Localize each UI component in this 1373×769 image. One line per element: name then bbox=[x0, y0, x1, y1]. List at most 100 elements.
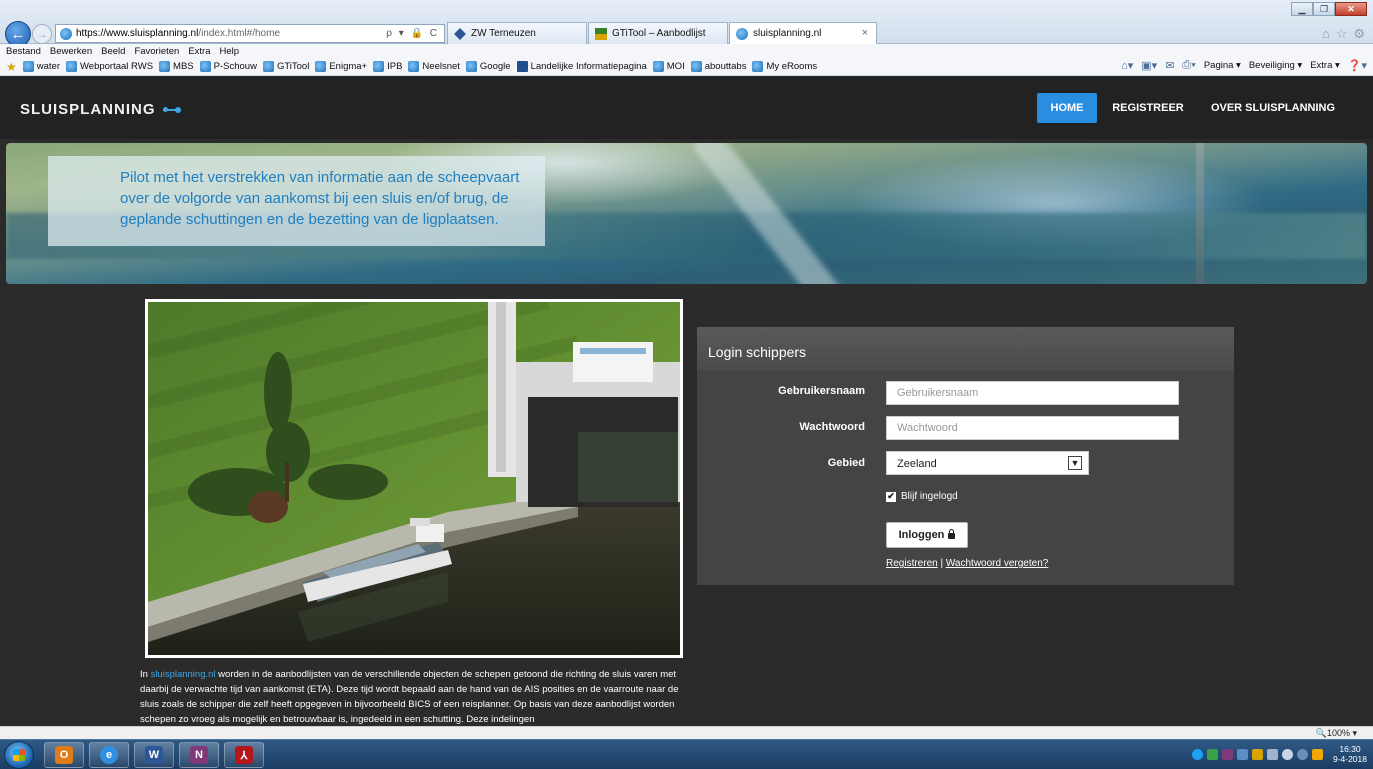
browser-toolbar-icons: ⌂ ☆ ⚙ bbox=[1322, 26, 1365, 42]
browser-titlebar: ← → https://www.sluisplanning.nl/index.h… bbox=[0, 0, 1373, 47]
web-page: SLUISPLANNING HOME REGISTREER OVER SLUIS… bbox=[0, 77, 1373, 726]
address-tools[interactable]: ρ ▾ 🔒 C bbox=[381, 28, 444, 39]
favorites-add-icon[interactable]: ★ bbox=[6, 60, 17, 74]
intro-paragraph: In sluisplanning.nl worden in de aanbodl… bbox=[140, 669, 679, 725]
password-input[interactable] bbox=[886, 416, 1179, 440]
fav-enigma[interactable]: Enigma+ bbox=[315, 61, 367, 72]
fav-mbs[interactable]: MBS bbox=[159, 61, 194, 72]
favorites-star-icon[interactable]: ☆ bbox=[1336, 26, 1348, 42]
fav-moi[interactable]: MOI bbox=[652, 61, 685, 72]
home-icon[interactable]: ⌂▾ bbox=[1121, 59, 1133, 72]
maximize-button[interactable]: ❐ bbox=[1313, 2, 1335, 16]
username-input[interactable] bbox=[886, 381, 1179, 405]
ie-page-icon bbox=[408, 61, 420, 72]
fav-my-erooms[interactable]: My eRooms bbox=[752, 61, 817, 72]
lock-photo-image bbox=[148, 302, 680, 655]
ie-page-icon bbox=[465, 61, 477, 72]
internet-explorer-icon: e bbox=[100, 746, 118, 764]
ie-page-icon bbox=[315, 61, 327, 72]
menu-help[interactable]: Help bbox=[220, 46, 240, 57]
tab-gtitool[interactable]: GTiTool – Aanbodlijst bbox=[588, 22, 728, 44]
help-icon[interactable]: ❓▾ bbox=[1348, 59, 1367, 72]
monitor-icon[interactable] bbox=[1236, 748, 1248, 760]
login-button[interactable]: Inloggen bbox=[886, 522, 968, 548]
fav-ipb[interactable]: IPB bbox=[373, 61, 402, 72]
fav-neelsnet[interactable]: Neelsnet bbox=[408, 61, 460, 72]
menu-favorieten[interactable]: Favorieten bbox=[134, 46, 179, 57]
hero-pillar bbox=[1196, 143, 1204, 284]
fav-gtitool[interactable]: GTiTool bbox=[262, 61, 309, 72]
menu-bewerken[interactable]: Bewerken bbox=[50, 46, 92, 57]
remember-checkbox[interactable]: ✔ bbox=[886, 491, 896, 502]
forgot-password-link[interactable]: Wachtwoord vergeten? bbox=[946, 558, 1048, 569]
menu-beeld[interactable]: Beeld bbox=[101, 46, 125, 57]
sync-icon[interactable] bbox=[1296, 748, 1308, 760]
arrow-left-icon: ← bbox=[10, 25, 26, 43]
site-brand[interactable]: SLUISPLANNING bbox=[20, 101, 181, 118]
area-select[interactable]: Zeeland ▼ bbox=[886, 451, 1089, 475]
remember-me[interactable]: ✔ Blijf ingelogd bbox=[886, 491, 958, 502]
window-close-button[interactable]: ✕ bbox=[1335, 2, 1367, 16]
taskbar-acrobat[interactable]: ⅄ bbox=[224, 742, 264, 768]
nav-registreer[interactable]: REGISTREER bbox=[1106, 93, 1190, 123]
username-label: Gebruikersnaam bbox=[778, 385, 865, 397]
fav-webportaal[interactable]: Webportaal RWS bbox=[66, 61, 153, 72]
home-icon[interactable]: ⌂ bbox=[1322, 26, 1330, 42]
tab-sluisplanning[interactable]: sluisplanning.nl × bbox=[729, 22, 877, 44]
acrobat-icon: ⅄ bbox=[235, 746, 253, 764]
taskbar-outlook[interactable]: O bbox=[44, 742, 84, 768]
office-upload-icon[interactable] bbox=[1311, 748, 1323, 760]
gear-icon[interactable]: ⚙ bbox=[1353, 26, 1365, 42]
tab-close-icon[interactable]: × bbox=[862, 27, 868, 39]
chevron-down-icon[interactable]: ▼ bbox=[1068, 456, 1082, 470]
menu-bestand[interactable]: Bestand bbox=[6, 46, 41, 57]
sluisplanning-link[interactable]: sluisplanning.nl bbox=[151, 669, 216, 680]
taskbar-internet-explorer[interactable]: e bbox=[89, 742, 129, 768]
ie-page-icon bbox=[736, 27, 748, 40]
print-icon[interactable]: ⎙▾ bbox=[1182, 59, 1195, 72]
network-status-icon[interactable] bbox=[1206, 748, 1218, 760]
menu-pagina[interactable]: Pagina ▾ bbox=[1204, 60, 1241, 71]
feeds-icon[interactable]: ▣▾ bbox=[1141, 59, 1157, 72]
gtitool-icon bbox=[595, 27, 607, 40]
fav-p-schouw[interactable]: P-Schouw bbox=[199, 61, 257, 72]
menu-extra-cmd[interactable]: Extra ▾ bbox=[1310, 60, 1340, 71]
system-tray: 16:30 9-4-2018 bbox=[1191, 744, 1367, 764]
lock-tray-icon[interactable] bbox=[1251, 748, 1263, 760]
login-panel: Login schippers Gebruikersnaam Wachtwoor… bbox=[697, 327, 1234, 585]
mail-icon[interactable]: ✉ bbox=[1165, 59, 1174, 72]
fav-abouttabs[interactable]: abouttabs bbox=[690, 61, 746, 72]
fav-water[interactable]: water bbox=[22, 61, 60, 72]
taskbar-onenote[interactable]: N bbox=[179, 742, 219, 768]
command-bar: ⌂▾ ▣▾ ✉ ⎙▾ Pagina ▾ Beveiliging ▾ Extra … bbox=[1121, 59, 1367, 72]
nav-home[interactable]: HOME bbox=[1037, 93, 1097, 123]
forward-button[interactable]: → bbox=[32, 24, 52, 44]
menu-extra[interactable]: Extra bbox=[188, 46, 210, 57]
onenote-tray-icon[interactable] bbox=[1221, 748, 1233, 760]
fav-landelijke-informatiepagina[interactable]: Landelijke Informatiepagina bbox=[516, 61, 647, 72]
password-label: Wachtwoord bbox=[799, 421, 865, 433]
skype-icon[interactable] bbox=[1191, 748, 1203, 760]
address-bar[interactable]: https://www.sluisplanning.nl/index.html#… bbox=[55, 24, 445, 43]
menu-beveiliging[interactable]: Beveiliging ▾ bbox=[1249, 60, 1302, 71]
start-button[interactable] bbox=[4, 741, 34, 769]
ie-page-icon bbox=[262, 61, 274, 72]
zoom-control[interactable]: 🔍100% ▾ bbox=[1316, 728, 1357, 739]
tab-zw-terneuzen[interactable]: ZW Terneuzen bbox=[447, 22, 587, 44]
ie-page-icon bbox=[60, 27, 72, 40]
nav-over-sluisplanning[interactable]: OVER SLUISPLANNING bbox=[1204, 93, 1342, 123]
lock-route-icon bbox=[162, 106, 181, 114]
network-icon[interactable] bbox=[1266, 748, 1278, 760]
taskbar-word[interactable]: W bbox=[134, 742, 174, 768]
area-label: Gebied bbox=[827, 457, 865, 469]
status-bar: 🔍100% ▾ bbox=[0, 726, 1373, 739]
url-text[interactable]: https://www.sluisplanning.nl/index.html#… bbox=[76, 28, 381, 39]
lock-icon bbox=[948, 529, 956, 539]
fav-google[interactable]: Google bbox=[465, 61, 511, 72]
volume-icon[interactable] bbox=[1281, 748, 1293, 760]
register-link[interactable]: Registreren bbox=[886, 558, 938, 569]
window-controls: ▁ ❐ ✕ bbox=[1291, 2, 1367, 16]
minimize-button[interactable]: ▁ bbox=[1291, 2, 1313, 16]
ie-page-icon bbox=[66, 61, 77, 72]
clock[interactable]: 16:30 9-4-2018 bbox=[1333, 744, 1367, 764]
